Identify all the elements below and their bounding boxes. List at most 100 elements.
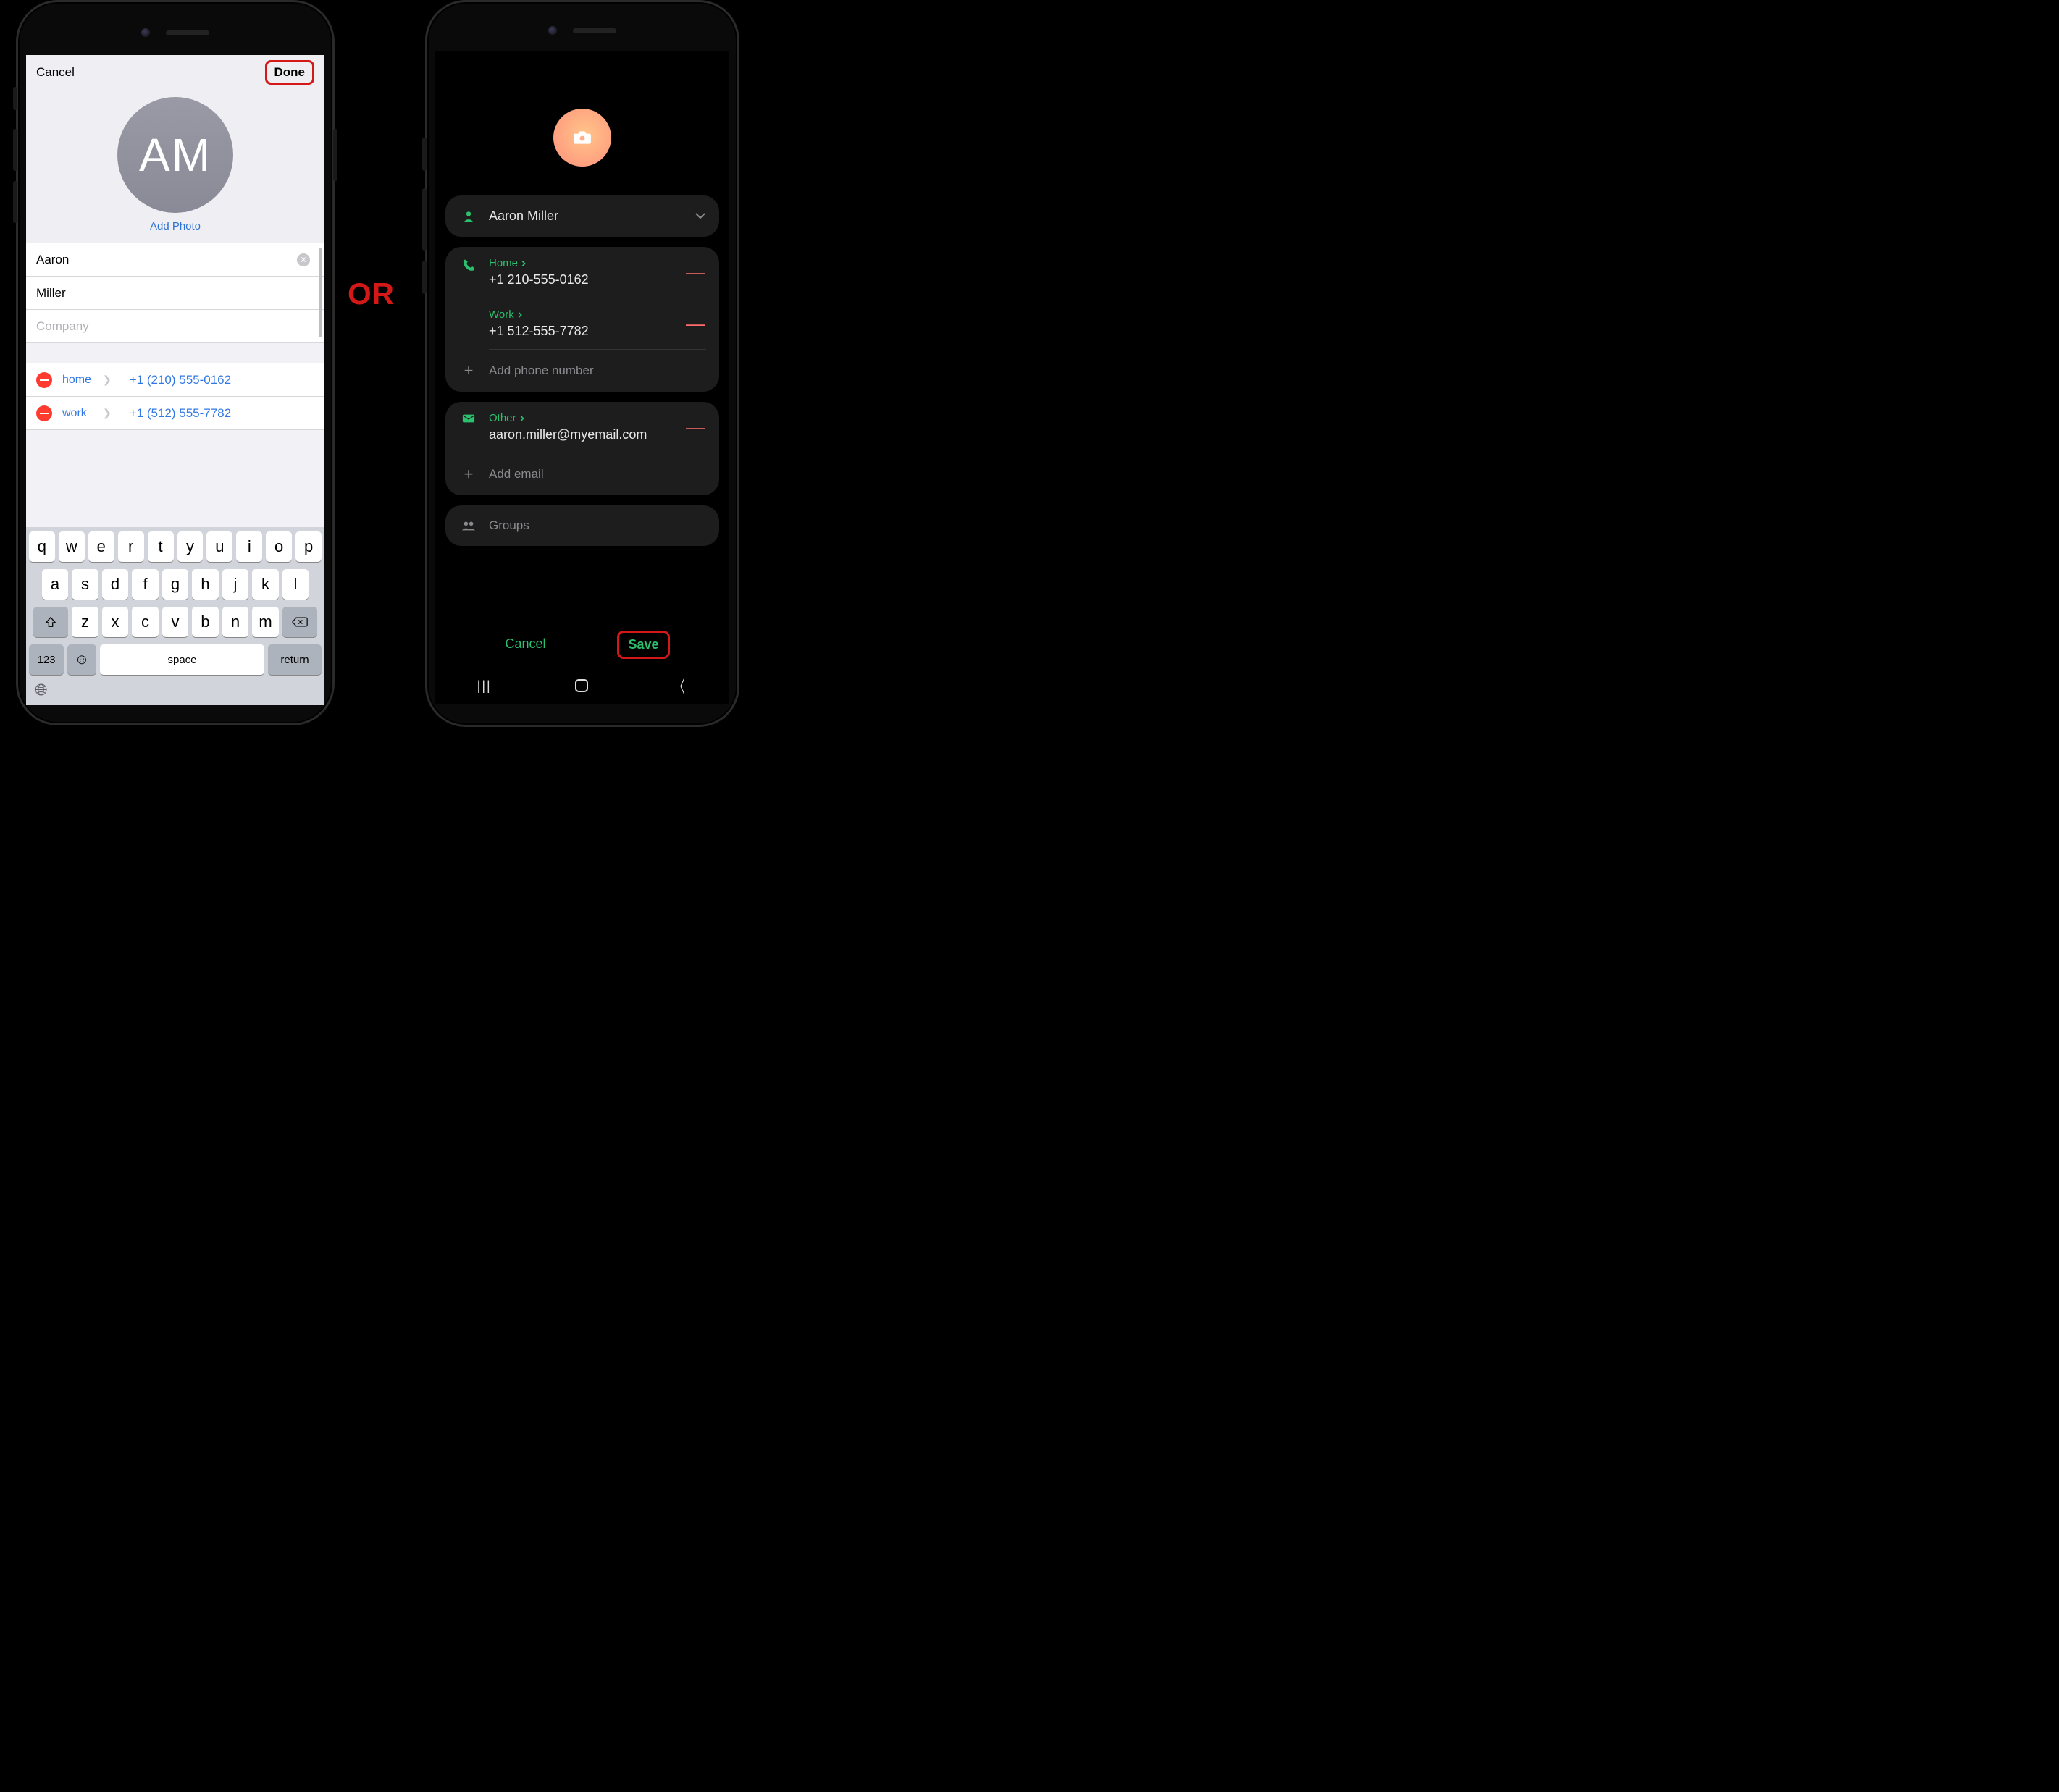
key-g[interactable]: g — [162, 569, 189, 600]
ios-keyboard[interactable]: qwertyuiop asdfghjkl zxcvbnm 123 ☺ space… — [26, 527, 324, 705]
key-o[interactable]: o — [266, 531, 292, 562]
add-email-button[interactable]: + Add email — [445, 453, 719, 495]
groups-label: Groups — [489, 518, 529, 533]
front-camera-icon — [141, 28, 150, 37]
key-s[interactable]: s — [72, 569, 98, 600]
email-card: Other aaron.miller@myemail.com — + Add e… — [445, 402, 719, 495]
keyboard-row-3: zxcvbnm — [29, 607, 322, 637]
remove-phone-icon[interactable]: — — [686, 261, 705, 284]
earpiece-speaker — [573, 28, 616, 33]
key-y[interactable]: y — [177, 531, 204, 562]
key-r[interactable]: r — [118, 531, 144, 562]
phone-number[interactable]: +1 (512) 555-7782 — [130, 406, 231, 421]
key-x[interactable]: x — [102, 607, 129, 637]
done-button[interactable]: Done — [265, 60, 315, 85]
space-key[interactable]: space — [100, 644, 264, 675]
earpiece-speaker — [166, 30, 209, 35]
phone-label[interactable]: home — [62, 374, 101, 387]
name-fields-group: Aaron ✕ Miller Company — [26, 243, 324, 343]
clear-text-icon[interactable]: ✕ — [297, 253, 310, 266]
chevron-down-icon[interactable] — [695, 210, 706, 223]
android-contact-edit-screen: Aaron Miller Home — [435, 51, 729, 704]
or-separator-label: OR — [348, 277, 395, 311]
key-e[interactable]: e — [88, 531, 114, 562]
first-name-field[interactable]: Aaron ✕ — [26, 243, 324, 277]
plus-icon: + — [458, 361, 479, 380]
backspace-key[interactable] — [282, 607, 317, 637]
phone-row-work[interactable]: work ❯ +1 (512) 555-7782 — [26, 397, 324, 430]
key-i[interactable]: i — [236, 531, 262, 562]
phone-number[interactable]: +1 210-555-0162 — [489, 272, 706, 287]
remove-phone-icon[interactable] — [36, 405, 52, 421]
remove-email-icon[interactable]: — — [686, 416, 705, 439]
email-row[interactable]: Other aaron.miller@myemail.com — — [445, 402, 719, 453]
phone-number[interactable]: +1 (210) 555-0162 — [130, 373, 231, 387]
camera-icon — [573, 130, 592, 145]
iphone-volume-down — [13, 181, 17, 223]
key-k[interactable]: k — [252, 569, 279, 600]
shift-key[interactable] — [33, 607, 68, 637]
key-b[interactable]: b — [192, 607, 219, 637]
phone-type-selector[interactable]: Home — [489, 257, 527, 269]
key-d[interactable]: d — [102, 569, 129, 600]
email-address[interactable]: aaron.miller@myemail.com — [489, 427, 706, 442]
globe-icon[interactable]: 🌐︎ — [35, 681, 48, 699]
key-f[interactable]: f — [132, 569, 159, 600]
key-c[interactable]: c — [132, 607, 159, 637]
chevron-right-icon: ❯ — [103, 374, 112, 386]
add-photo-button[interactable]: Add Photo — [150, 220, 201, 232]
key-a[interactable]: a — [42, 569, 69, 600]
front-camera-icon — [548, 26, 557, 35]
chevron-right-icon — [519, 415, 525, 422]
key-j[interactable]: j — [222, 569, 249, 600]
add-phone-label: Add phone number — [489, 363, 594, 378]
key-m[interactable]: m — [252, 607, 279, 637]
key-p[interactable]: p — [295, 531, 322, 562]
key-v[interactable]: v — [162, 607, 189, 637]
numbers-key[interactable]: 123 — [29, 644, 64, 675]
email-type-selector[interactable]: Other — [489, 412, 525, 424]
key-l[interactable]: l — [282, 569, 309, 600]
contact-avatar[interactable]: AM — [117, 97, 233, 213]
emoji-key[interactable]: ☺ — [67, 644, 96, 675]
chevron-right-icon — [521, 260, 527, 267]
cancel-button[interactable]: Cancel — [36, 65, 75, 80]
recents-button[interactable]: ||| — [477, 678, 492, 694]
save-button[interactable]: Save — [617, 631, 669, 659]
plus-icon: + — [458, 465, 479, 484]
contact-photo-button[interactable] — [553, 109, 611, 167]
key-h[interactable]: h — [192, 569, 219, 600]
remove-phone-icon[interactable]: — — [686, 313, 705, 335]
iphone-power-button — [333, 129, 337, 181]
remove-phone-icon[interactable] — [36, 372, 52, 388]
iphone-notch — [26, 10, 324, 55]
phone-row-work[interactable]: Work +1 512-555-7782 — — [445, 298, 719, 349]
company-field[interactable]: Company — [26, 310, 324, 343]
key-q[interactable]: q — [29, 531, 55, 562]
key-z[interactable]: z — [72, 607, 98, 637]
scroll-indicator — [319, 248, 322, 337]
return-key[interactable]: return — [268, 644, 322, 675]
key-t[interactable]: t — [148, 531, 174, 562]
android-side-button — [422, 188, 427, 251]
iphone-device-frame: Cancel Done AM Add Photo Aaron ✕ Miller … — [16, 0, 335, 725]
key-u[interactable]: u — [206, 531, 232, 562]
android-device-frame: Aaron Miller Home — [425, 0, 739, 727]
home-button[interactable] — [575, 679, 588, 692]
last-name-field[interactable]: Miller — [26, 277, 324, 310]
phone-row-home[interactable]: home ❯ +1 (210) 555-0162 — [26, 363, 324, 397]
groups-button[interactable]: Groups — [445, 505, 719, 546]
person-icon — [458, 210, 479, 223]
name-field-row[interactable]: Aaron Miller — [445, 195, 719, 237]
cancel-button[interactable]: Cancel — [495, 631, 555, 659]
key-w[interactable]: w — [59, 531, 85, 562]
back-button[interactable]: 〈 — [674, 674, 685, 697]
phone-row-home[interactable]: Home +1 210-555-0162 — — [445, 247, 719, 298]
android-nav-bar: ||| 〈 — [435, 668, 729, 704]
phone-number[interactable]: +1 512-555-7782 — [489, 324, 706, 339]
add-phone-button[interactable]: + Add phone number — [445, 350, 719, 392]
keyboard-row-4: 123 ☺ space return — [29, 644, 322, 675]
phone-type-selector[interactable]: Work — [489, 308, 523, 321]
key-n[interactable]: n — [222, 607, 249, 637]
phone-label[interactable]: work — [62, 407, 101, 420]
